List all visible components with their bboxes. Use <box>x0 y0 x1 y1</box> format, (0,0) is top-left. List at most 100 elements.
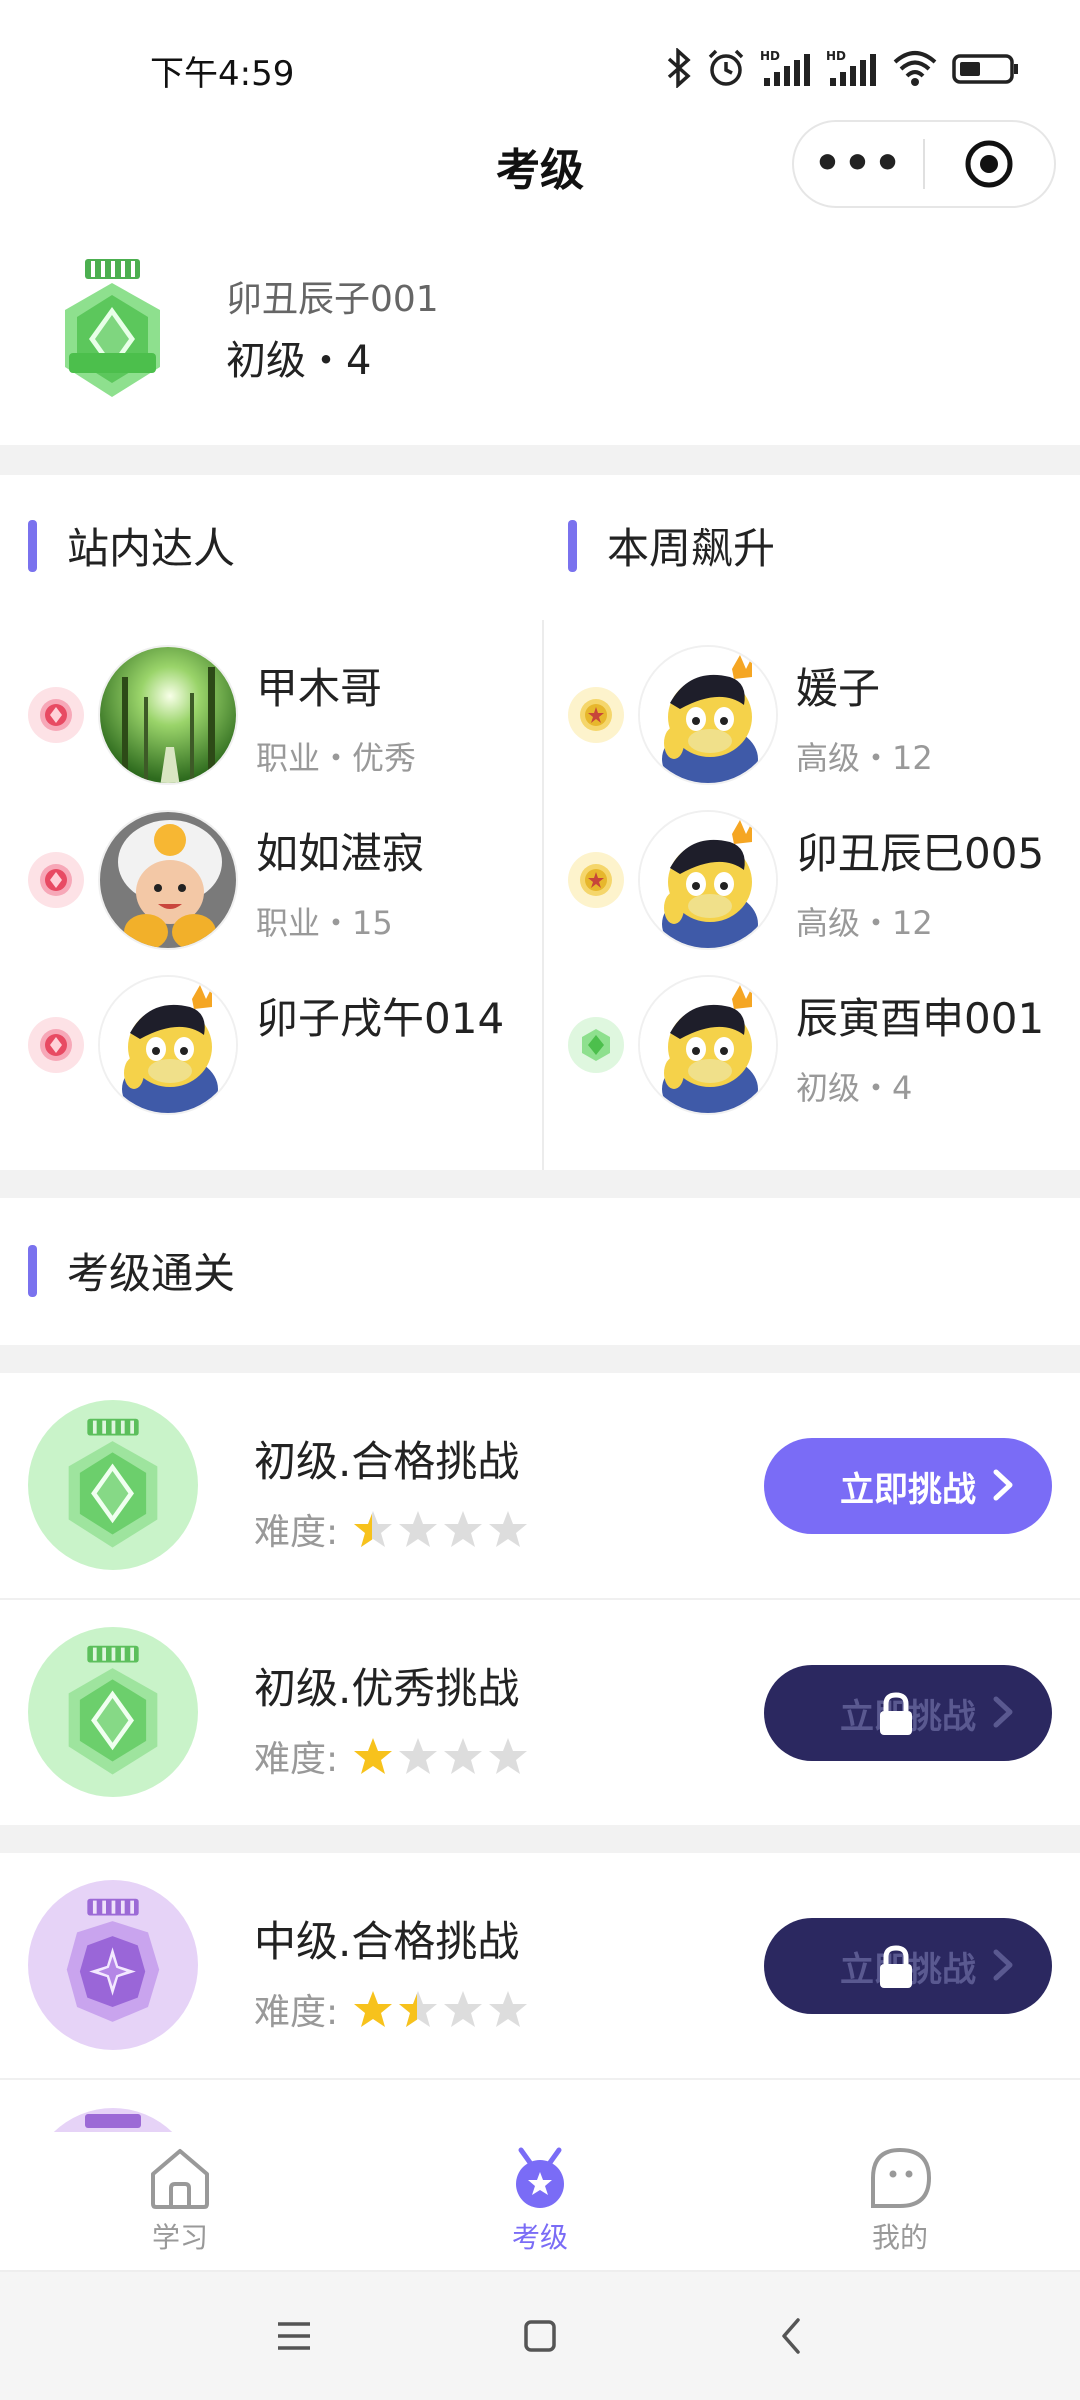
section-separator <box>0 1170 1080 1198</box>
column-divider <box>542 620 544 1170</box>
status-icons: HD HD <box>666 48 1020 88</box>
avatar[interactable] <box>98 810 238 950</box>
list-item[interactable]: 辰寅酉申001 初级・4 <box>568 975 1080 1140</box>
user-name: 卯丑辰子001 <box>226 279 439 320</box>
bluetooth-icon <box>667 48 691 88</box>
alarm-icon <box>708 49 744 86</box>
rank-badge-icon <box>568 687 624 743</box>
ranking-header-experts: 站内达人 <box>28 515 235 576</box>
exam-section-header: 考级通关 <box>28 1240 235 1301</box>
challenge-title: 初级.优秀挑战 <box>254 1664 520 1713</box>
difficulty-stars-icon <box>354 1738 528 1774</box>
menu-icon[interactable] <box>274 2316 314 2356</box>
nav-item-study[interactable]: 学习 <box>80 2146 280 2256</box>
list-item[interactable]: 媛子 高级・12 <box>568 645 1080 810</box>
list-item[interactable]: 卯丑辰巳005 高级・12 <box>568 810 1080 975</box>
title-bar: 考级 ••• <box>0 120 1080 210</box>
user-card: 卯丑辰子001 初级・4 <box>0 230 1080 445</box>
system-navigation-bar <box>0 2272 1080 2400</box>
difficulty-stars-icon <box>354 1991 528 2027</box>
list-item[interactable]: 卯子戌午014 职业 <box>28 975 538 1125</box>
profile-face-icon <box>871 2147 932 2208</box>
nav-label: 我的 <box>871 2221 928 2254</box>
close-mini-program-button[interactable] <box>925 138 1054 190</box>
divider <box>0 2078 1080 2080</box>
accent-bar <box>28 1244 37 1297</box>
challenge-card[interactable]: 初级.合格挑战 难度: 立即挑战 <box>0 1373 1080 1598</box>
challenge-card[interactable]: 初级.优秀挑战 难度: 立即挑战 <box>0 1600 1080 1825</box>
svg-text:HD: HD <box>760 49 780 63</box>
back-icon[interactable] <box>772 2316 812 2356</box>
experts-list: 甲木哥 职业・优秀 如如湛寂 职业・15 卯子戌午014 职业 <box>28 645 538 1125</box>
nav-item-exam[interactable]: 考级 <box>440 2146 640 2256</box>
accent-bar <box>28 519 37 572</box>
battery-icon <box>952 54 1018 84</box>
difficulty: 难度: <box>254 1503 532 1555</box>
avatar[interactable] <box>98 645 238 785</box>
target-icon <box>965 140 1013 188</box>
avatar[interactable] <box>638 810 778 950</box>
rising-list: 媛子 高级・12 卯丑辰巳005 高级・12 辰寅酉申001 初级・4 <box>568 645 1080 1145</box>
user-level: 职业・15 <box>256 904 393 942</box>
wifi-icon <box>893 51 937 86</box>
accent-bar <box>568 519 577 572</box>
user-name: 卯丑辰巳005 <box>796 829 1045 878</box>
rank-badge-icon <box>28 852 84 908</box>
lock-icon <box>880 1945 912 1988</box>
user-level: 初级・4 <box>796 1069 913 1107</box>
difficulty-label: 难度: <box>254 1512 339 1553</box>
next-medal-peek <box>28 2108 198 2132</box>
user-name: 如如湛寂 <box>256 829 425 878</box>
locked-challenge-button[interactable]: 立即挑战 <box>764 1665 1052 1761</box>
status-time: 下午4:59 <box>150 54 295 94</box>
chevron-right-icon <box>993 1696 1013 1728</box>
challenge-card[interactable]: 中级.合格挑战 难度: 立即挑战 <box>0 1853 1080 2078</box>
ranking-title: 本周飙升 <box>607 524 776 573</box>
list-item[interactable]: 甲木哥 职业・优秀 <box>28 645 538 810</box>
button-label: 立即挑战 <box>840 1469 976 1510</box>
locked-challenge-button[interactable]: 立即挑战 <box>764 1918 1052 2014</box>
difficulty-label: 难度: <box>254 1992 339 2033</box>
difficulty-stars-icon <box>354 1511 528 1547</box>
avatar[interactable] <box>638 645 778 785</box>
difficulty: 难度: <box>254 1730 532 1782</box>
ranking-title: 站内达人 <box>67 524 236 573</box>
lock-icon <box>880 1692 912 1735</box>
intermediate-medal-icon <box>28 1880 198 2050</box>
user-name: 甲木哥 <box>256 664 383 713</box>
status-bar: 下午4:59 HD HD <box>0 0 1080 120</box>
user-name: 辰寅酉申001 <box>796 994 1045 1043</box>
medal-icon <box>516 2147 564 2208</box>
section-separator <box>0 1825 1080 1853</box>
section-title: 考级通关 <box>67 1249 236 1298</box>
user-level: 职业・优秀 <box>256 739 417 777</box>
mini-program-capsule: ••• <box>792 120 1056 208</box>
rank-badge-icon <box>568 852 624 908</box>
avatar[interactable] <box>98 975 238 1115</box>
avatar[interactable] <box>638 975 778 1115</box>
junior-medal-icon <box>65 259 160 397</box>
bottom-nav: 学习 考级 我的 <box>0 2132 1080 2272</box>
signal-hd-icon: HD <box>760 49 810 86</box>
home-square-icon[interactable] <box>520 2316 560 2356</box>
challenge-title: 中级.合格挑战 <box>254 1917 520 1966</box>
section-separator <box>0 1345 1080 1373</box>
nav-item-mine[interactable]: 我的 <box>800 2146 1000 2256</box>
section-separator <box>0 445 1080 475</box>
chevron-right-icon <box>993 1949 1013 1981</box>
svg-text:HD: HD <box>826 49 846 63</box>
start-challenge-button[interactable]: 立即挑战 <box>764 1438 1052 1534</box>
challenge-title: 初级.合格挑战 <box>254 1437 520 1486</box>
list-item[interactable]: 如如湛寂 职业・15 <box>28 810 538 975</box>
user-level: 高级・12 <box>796 904 933 942</box>
rank-badge-icon <box>28 1017 84 1073</box>
ranking-header-rising: 本周飙升 <box>568 515 775 576</box>
junior-medal-icon <box>28 1400 198 1570</box>
user-level: 初级・4 <box>226 338 372 384</box>
more-menu-button[interactable]: ••• <box>794 142 923 186</box>
chevron-right-icon <box>993 1469 1013 1501</box>
user-name: 卯子戌午014 <box>256 994 505 1043</box>
user-name: 媛子 <box>796 664 881 713</box>
nav-label: 学习 <box>151 2221 208 2254</box>
difficulty: 难度: <box>254 1983 532 2035</box>
